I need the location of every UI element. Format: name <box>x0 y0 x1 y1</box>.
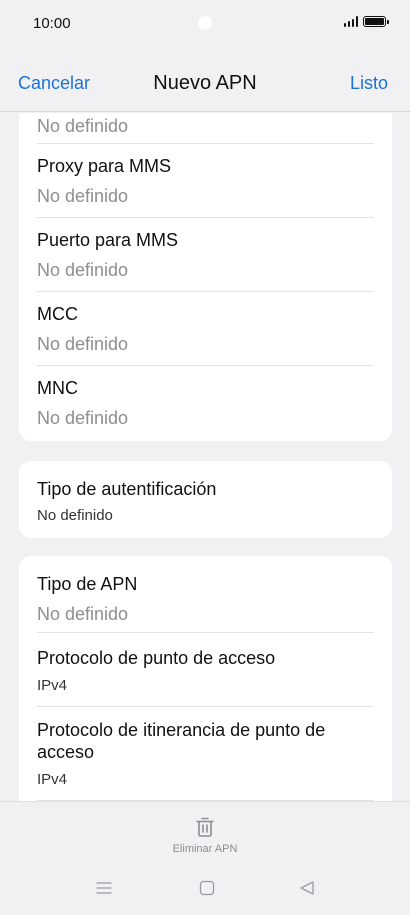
row-value: No definido <box>37 186 129 206</box>
system-nav-bar <box>0 880 410 904</box>
row-value: No definido <box>37 334 129 354</box>
menu-icon <box>96 882 112 894</box>
delete-apn-label: Eliminar APN <box>172 843 238 855</box>
status-time: 10:00 <box>33 15 71 32</box>
row-value: No definido <box>37 260 129 280</box>
row-label: MNC <box>37 378 78 398</box>
divider <box>37 706 374 707</box>
signal-icon <box>343 16 358 27</box>
row-value: No definido <box>37 408 129 428</box>
recent-apps-button[interactable] <box>96 880 112 901</box>
page-title: Nuevo APN <box>153 72 257 94</box>
row-value: No definido <box>37 507 113 524</box>
list-item-apn-roaming-protocol[interactable]: Protocolo de itinerancia de punto de acc… <box>37 719 374 789</box>
back-triangle-icon <box>300 881 314 895</box>
done-button[interactable]: Listo <box>350 73 388 94</box>
mms-settings-card: No definido Proxy para MMS No definido P… <box>19 113 392 441</box>
apn-protocol-card: Tipo de APN No definido Protocolo de pun… <box>19 556 392 801</box>
row-value: No definido <box>37 604 129 624</box>
divider <box>37 365 374 366</box>
status-icons <box>343 16 389 27</box>
row-label: Proxy para MMS <box>37 156 172 176</box>
authentication-card: Tipo de autentificación No definido <box>19 461 392 538</box>
list-item[interactable]: No definido <box>37 115 374 137</box>
list-item-mcc[interactable]: MCC No definido <box>37 303 374 355</box>
back-button[interactable] <box>299 880 315 901</box>
divider <box>37 291 374 292</box>
trash-icon <box>196 817 214 837</box>
row-value: IPv4 <box>37 771 68 788</box>
row-label: Protocolo de itinerancia de punto de acc… <box>37 720 326 762</box>
settings-scroll-area[interactable]: No definido Proxy para MMS No definido P… <box>0 113 410 801</box>
row-label: MCC <box>37 304 78 324</box>
row-label: Tipo de autentificación <box>37 479 217 499</box>
home-button[interactable] <box>199 880 215 901</box>
header: Cancelar Nuevo APN Listo <box>0 48 410 112</box>
row-value: IPv4 <box>37 677 68 694</box>
divider <box>37 143 374 144</box>
list-item-apn-protocol[interactable]: Protocolo de punto de acceso IPv4 <box>37 647 374 695</box>
row-label: Protocolo de punto de acceso <box>37 648 276 668</box>
status-bar: 10:00 <box>0 0 410 48</box>
row-label: Tipo de APN <box>37 574 138 594</box>
bottom-action-bar: Eliminar APN <box>0 801 410 915</box>
list-item-mnc[interactable]: MNC No definido <box>37 377 374 429</box>
mms-port-top-value: No definido <box>37 116 129 136</box>
list-item-apn-type[interactable]: Tipo de APN No definido <box>37 573 374 625</box>
list-item-mms-proxy[interactable]: Proxy para MMS No definido <box>37 155 374 207</box>
square-icon <box>199 880 215 896</box>
list-item-mms-port[interactable]: Puerto para MMS No definido <box>37 229 374 281</box>
row-label: Puerto para MMS <box>37 230 179 250</box>
divider <box>37 217 374 218</box>
battery-icon <box>363 16 389 27</box>
delete-apn-button[interactable]: Eliminar APN <box>0 816 410 855</box>
list-item-authentication-type[interactable]: Tipo de autentificación No definido <box>37 478 374 525</box>
divider <box>37 632 374 633</box>
front-camera <box>198 16 212 30</box>
